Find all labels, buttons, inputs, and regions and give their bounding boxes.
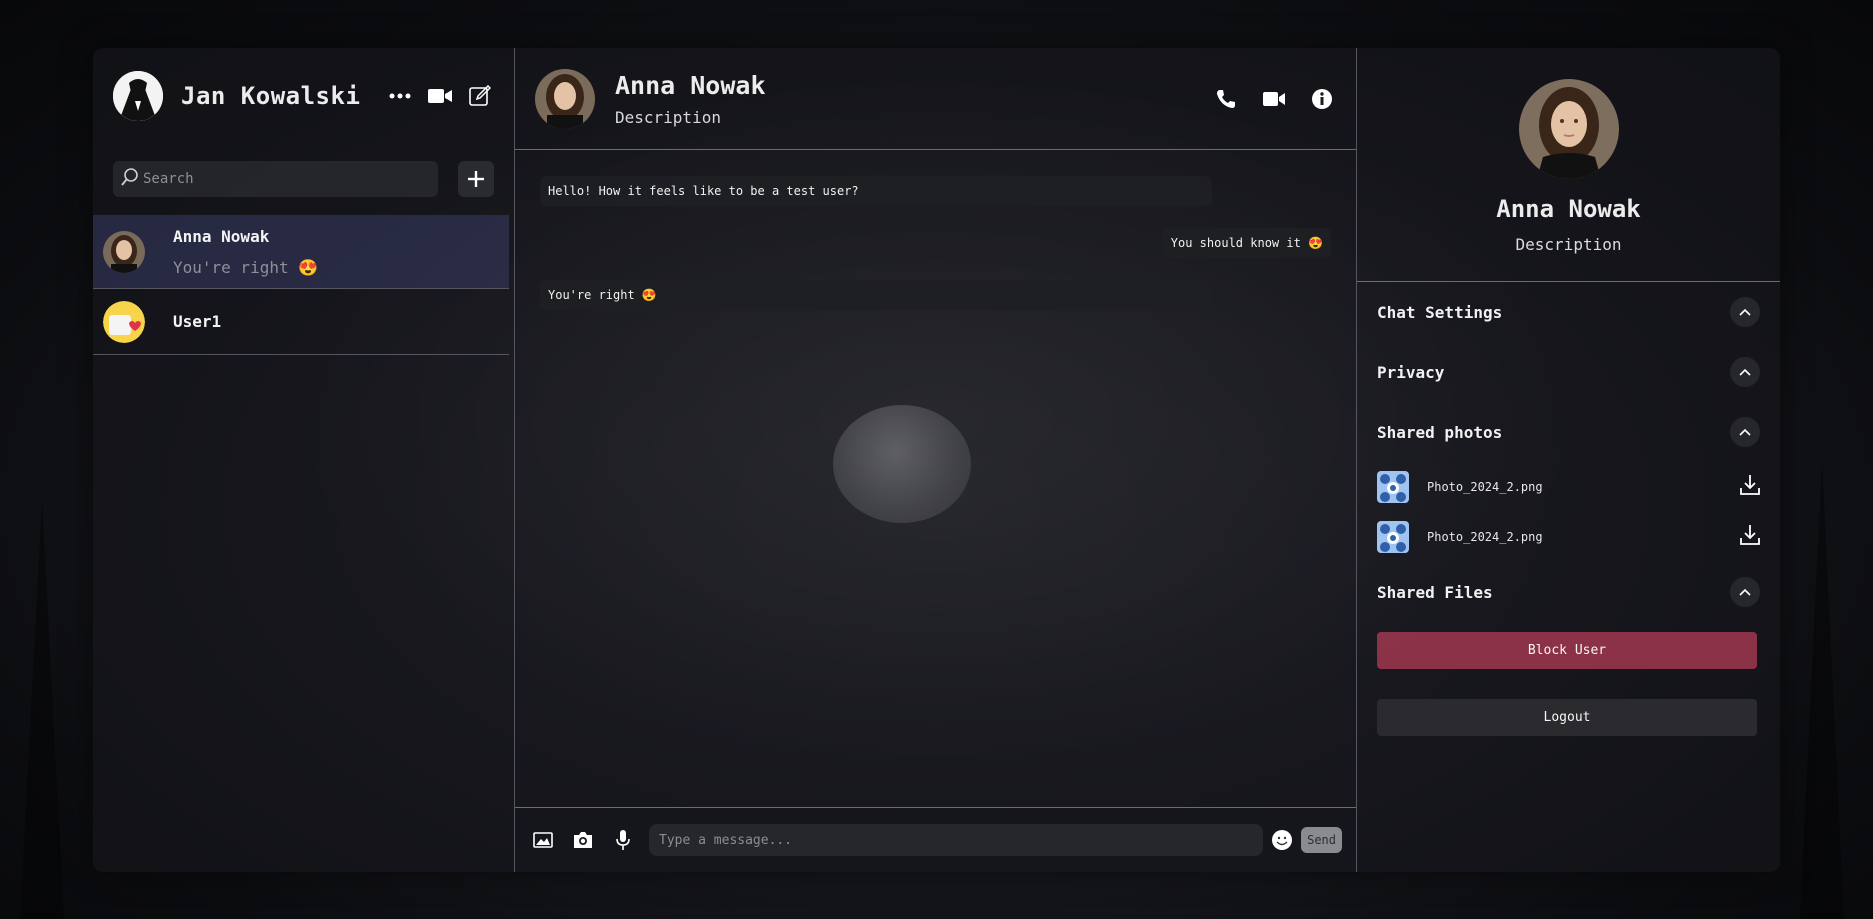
info-icon[interactable] [1308, 85, 1336, 113]
chevron-up-icon[interactable] [1730, 297, 1760, 327]
search-icon [121, 168, 139, 190]
more-icon[interactable] [386, 82, 414, 110]
video-call-icon[interactable] [1260, 85, 1288, 113]
chat-header: Anna Nowak Description [515, 48, 1356, 150]
message-list: Hello! How it feels like to be a test us… [515, 150, 1356, 807]
section-title: Shared photos [1377, 422, 1503, 442]
video-icon[interactable] [426, 82, 454, 110]
section-title: Chat Settings [1377, 302, 1503, 322]
send-button[interactable]: Send [1301, 827, 1342, 853]
section-title: Privacy [1377, 362, 1445, 382]
camera-icon[interactable] [569, 826, 597, 854]
search-row [93, 161, 514, 197]
section-title: Shared Files [1377, 582, 1493, 602]
message-incoming: Hello! How it feels like to be a test us… [540, 176, 1212, 206]
composer: Send [515, 807, 1356, 872]
chat-list: Anna Nowak You're right 😍 User1 [93, 215, 514, 355]
profile-name: Anna Nowak [1496, 195, 1641, 223]
chat-last-message: You're right 😍 [173, 257, 319, 277]
download-icon[interactable] [1740, 474, 1760, 500]
background-tree [20, 499, 64, 919]
settings-sections: Chat Settings Privacy Shared photos Phot… [1357, 282, 1780, 736]
plus-icon [468, 171, 484, 187]
image-icon[interactable] [529, 826, 557, 854]
avatar [103, 230, 145, 273]
add-chat-button[interactable] [458, 161, 494, 197]
photo-thumbnail[interactable] [1377, 521, 1409, 553]
app-window: Jan Kowalski Search Anna Nowak You're ri… [93, 48, 1780, 872]
shared-photo-item: Photo_2024_2.png [1377, 462, 1760, 512]
avatar [103, 300, 145, 343]
my-name: Jan Kowalski [181, 81, 361, 110]
chat-list-item[interactable]: User1 [93, 289, 509, 355]
section-chat-settings[interactable]: Chat Settings [1377, 282, 1760, 342]
details-panel: Anna Nowak Description Chat Settings Pri… [1357, 48, 1780, 872]
chevron-up-icon[interactable] [1730, 577, 1760, 607]
my-avatar[interactable] [113, 70, 163, 121]
chat-name: User1 [173, 312, 222, 331]
sidebar: Jan Kowalski Search Anna Nowak You're ri… [93, 48, 515, 872]
photo-name: Photo_2024_2.png [1427, 480, 1543, 494]
background-tree [1800, 459, 1844, 919]
section-privacy[interactable]: Privacy [1377, 342, 1760, 402]
block-user-button[interactable]: Block User [1377, 632, 1757, 669]
photo-name: Photo_2024_2.png [1427, 530, 1543, 544]
user-header: Jan Kowalski [93, 48, 514, 143]
moon-background [833, 405, 971, 523]
download-icon[interactable] [1740, 524, 1760, 550]
emoji-icon[interactable] [1269, 827, 1295, 853]
logout-button[interactable]: Logout [1377, 699, 1757, 736]
search-box [113, 161, 438, 197]
chevron-up-icon[interactable] [1730, 417, 1760, 447]
chat-list-item[interactable]: Anna Nowak You're right 😍 [93, 215, 509, 289]
microphone-icon[interactable] [609, 826, 637, 854]
section-shared-photos[interactable]: Shared photos [1377, 402, 1760, 462]
chevron-up-icon[interactable] [1730, 357, 1760, 387]
message-outgoing: You should know it 😍 [1162, 228, 1331, 258]
compose-icon[interactable] [466, 82, 494, 110]
phone-icon[interactable] [1212, 85, 1240, 113]
chat-panel: Anna Nowak Description Hello! How it fee… [515, 48, 1357, 872]
profile-card: Anna Nowak Description [1357, 48, 1780, 282]
avatar[interactable] [535, 68, 595, 129]
search-input[interactable] [143, 171, 430, 187]
shared-photo-item: Photo_2024_2.png [1377, 512, 1760, 562]
message-input[interactable] [649, 824, 1264, 856]
message-incoming: You're right 😍 [540, 280, 1212, 310]
chat-name: Anna Nowak [173, 226, 270, 246]
profile-description: Description [1515, 235, 1622, 254]
avatar [1518, 79, 1619, 179]
section-shared-files[interactable]: Shared Files [1377, 562, 1760, 622]
chat-description: Description [615, 107, 721, 127]
chat-title: Anna Nowak [615, 70, 766, 100]
photo-thumbnail[interactable] [1377, 471, 1409, 503]
